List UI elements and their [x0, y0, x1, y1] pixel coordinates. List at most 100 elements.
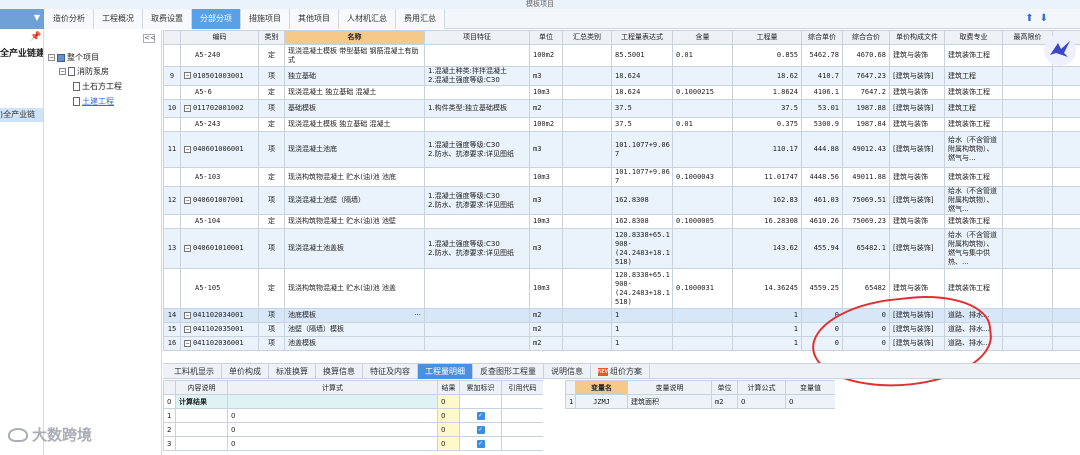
col-header[interactable]: 取费专业 — [944, 30, 1003, 45]
cell-price[interactable]: 410.7 — [801, 66, 843, 86]
cell-feature[interactable]: 1.构件类型:独立基础模板 — [424, 99, 530, 118]
cell-name[interactable]: 现浇混凝土池盖板 — [284, 228, 425, 269]
bottom-tab[interactable]: 特征及内容 — [363, 364, 418, 379]
cell-no[interactable]: 10 — [163, 99, 181, 118]
cell-unit[interactable]: 10m3 — [529, 268, 563, 309]
row-toggle-icon[interactable]: − — [184, 339, 191, 347]
cell-no[interactable]: 16 — [163, 336, 181, 351]
quota-row[interactable]: A5-104 定现浇构筑物混凝土 贮水(油)池 池壁 10m3 162.8308 0.1… — [163, 214, 1080, 229]
cell-name[interactable]: 现浇混凝土模板 带型基础 钢筋混凝土有肋式 — [284, 44, 425, 67]
cell-no[interactable]: 13 — [163, 228, 181, 269]
cell-feature[interactable]: 1.混凝土强度等级:C30 2.防水、抗渗要求:详见图纸 — [424, 131, 530, 168]
cell-file[interactable]: 建筑与装饰 — [889, 167, 945, 187]
cell-prof[interactable]: 建筑工程 — [944, 66, 1003, 86]
calc-desc-cell[interactable] — [175, 408, 228, 423]
cell-type[interactable]: 定 — [258, 167, 285, 187]
tree-leaf-2[interactable]: 土建工程 — [73, 96, 114, 107]
row-toggle-icon[interactable]: − — [184, 145, 191, 153]
cell-content[interactable]: 0.1000031 — [672, 268, 733, 309]
cell-type[interactable]: 定 — [258, 214, 285, 229]
cell-name[interactable]: 现浇构筑物混凝土 贮水(油)池 池壁 — [284, 214, 425, 229]
calc-result-cell[interactable]: 0 — [437, 436, 460, 451]
cell-content[interactable]: 0.01 — [672, 44, 733, 67]
cell-empty[interactable] — [1052, 308, 1080, 323]
calc-row-index[interactable]: 2 — [163, 422, 176, 437]
assistant-bird-icon[interactable] — [1044, 34, 1076, 66]
col-header[interactable]: 工程量表达式 — [611, 30, 673, 45]
cell-feature[interactable] — [424, 85, 530, 100]
cell-empty[interactable] — [1002, 167, 1053, 187]
cell-file[interactable]: [建筑与装饰] — [889, 131, 945, 168]
bill-item-row[interactable]: 11−040601006001 项现浇混凝土池底 1.混凝土强度等级:C30 2.防… — [163, 131, 1080, 168]
bill-item-row[interactable]: 14−041102034001 项池底模板 ··· m2 1 1 0 0 [建筑与装饰] 道路、排… — [163, 308, 1080, 323]
cell-code[interactable]: A5-105 — [180, 268, 259, 309]
variable-row[interactable]: 1 JZMJ 建筑面积 m2 0 0 — [565, 394, 835, 409]
cell-empty[interactable] — [1002, 322, 1053, 337]
cell-qty[interactable]: 14.36245 — [732, 268, 802, 309]
left-pane-project-name[interactable]: 全产业链建 — [0, 46, 43, 59]
cell-sum_cat[interactable] — [562, 117, 612, 132]
cell-code[interactable]: −011702001002 — [180, 99, 259, 118]
cell-total[interactable]: 65482 — [842, 268, 890, 309]
cell-file[interactable]: [建筑与装饰] — [889, 336, 945, 351]
top-tab[interactable]: 人材机汇总 — [339, 9, 396, 29]
calc-row-index[interactable]: 1 — [163, 408, 176, 423]
cell-price[interactable]: 4106.1 — [801, 85, 843, 100]
cell-feature[interactable] — [424, 322, 530, 337]
cell-empty[interactable] — [1052, 336, 1080, 351]
cell-expr[interactable]: 162.8308 — [611, 214, 673, 229]
cell-prof[interactable]: 建筑装饰工程 — [944, 117, 1003, 132]
bill-item-row[interactable]: 12−040601007001 项现浇混凝土池壁（隔墙） 1.混凝土强度等级:C30… — [163, 186, 1080, 215]
cell-sum_cat[interactable] — [562, 214, 612, 229]
row-toggle-icon[interactable]: − — [184, 196, 191, 204]
cell-qty[interactable]: 110.17 — [732, 131, 802, 168]
cell-no[interactable] — [163, 268, 181, 309]
cell-code[interactable]: −010501003001 — [180, 66, 259, 86]
cell-unit[interactable]: m3 — [529, 131, 563, 168]
cell-prof[interactable]: 道路、排水... — [944, 308, 1003, 323]
bottom-tab[interactable]: 工程量明细 — [418, 364, 473, 379]
calc-row[interactable]: 3 0 0 ✓ — [163, 436, 543, 451]
bill-item-row[interactable]: 10−011702001002 项基础模板 1.构件类型:独立基础模板 m2 37.5 3… — [163, 99, 1080, 118]
cell-file[interactable]: 建筑与装饰 — [889, 214, 945, 229]
cell-total[interactable]: 49011.88 — [842, 167, 890, 187]
bill-item-row[interactable]: 13−040601010001 项现浇混凝土池盖板 1.混凝土强度等级:C30 2.… — [163, 228, 1080, 269]
cell-empty[interactable] — [1002, 336, 1053, 351]
col-header[interactable]: 综合单价 — [801, 30, 843, 45]
calc-result-cell[interactable]: 0 — [437, 422, 460, 437]
calc-result-cell[interactable]: 0 — [437, 408, 460, 423]
cell-code[interactable]: −040601007001 — [180, 186, 259, 215]
checkbox-checked-icon[interactable]: ✓ — [476, 440, 485, 448]
cell-total[interactable]: 1987.88 — [842, 99, 890, 118]
cell-total[interactable]: 0 — [842, 322, 890, 337]
cell-unit[interactable]: 100m2 — [529, 117, 563, 132]
cell-price[interactable]: 4610.26 — [801, 214, 843, 229]
cell-name[interactable]: 独立基础 — [284, 66, 425, 86]
cell-price[interactable]: 5300.9 — [801, 117, 843, 132]
ref-code-cell[interactable] — [501, 408, 543, 423]
cell-total[interactable]: 4670.68 — [842, 44, 890, 67]
cell-qty[interactable]: 162.83 — [732, 186, 802, 215]
cell-content[interactable] — [672, 99, 733, 118]
cell-file[interactable]: 建筑与装饰 — [889, 268, 945, 309]
tree-child[interactable]: − 消防泵房 — [59, 66, 109, 77]
top-tab[interactable]: 取费设置 — [143, 9, 192, 29]
quota-row[interactable]: A5-103 定现浇构筑物混凝土 贮水(油)池 池底 10m3 101.1077+9.… — [163, 167, 1080, 187]
ref-code-cell[interactable] — [501, 422, 543, 437]
cell-empty[interactable] — [1002, 228, 1053, 269]
calc-formula-cell[interactable]: 0 — [227, 422, 438, 437]
cell-unit[interactable]: 100m2 — [529, 44, 563, 67]
cell-sum_cat[interactable] — [562, 131, 612, 168]
bill-item-row[interactable]: 9−010501003001 项独立基础 1.混凝土种类:拌拌混凝土 2.混凝土强度… — [163, 66, 1080, 86]
cell-code[interactable]: −041102035001 — [180, 322, 259, 337]
cell-sum_cat[interactable] — [562, 44, 612, 67]
cell-expr[interactable]: 18.624 — [611, 85, 673, 100]
cell-file[interactable]: [建筑与装饰] — [889, 99, 945, 118]
cell-total[interactable]: 75069.23 — [842, 214, 890, 229]
cell-prof[interactable]: 建筑工程 — [944, 99, 1003, 118]
cell-type[interactable]: 项 — [258, 228, 285, 269]
cell-expr[interactable]: 162.8308 — [611, 186, 673, 215]
cell-type[interactable]: 定 — [258, 117, 285, 132]
cell-total[interactable]: 7647.2 — [842, 85, 890, 100]
var-no-cell[interactable]: 1 — [565, 394, 576, 409]
